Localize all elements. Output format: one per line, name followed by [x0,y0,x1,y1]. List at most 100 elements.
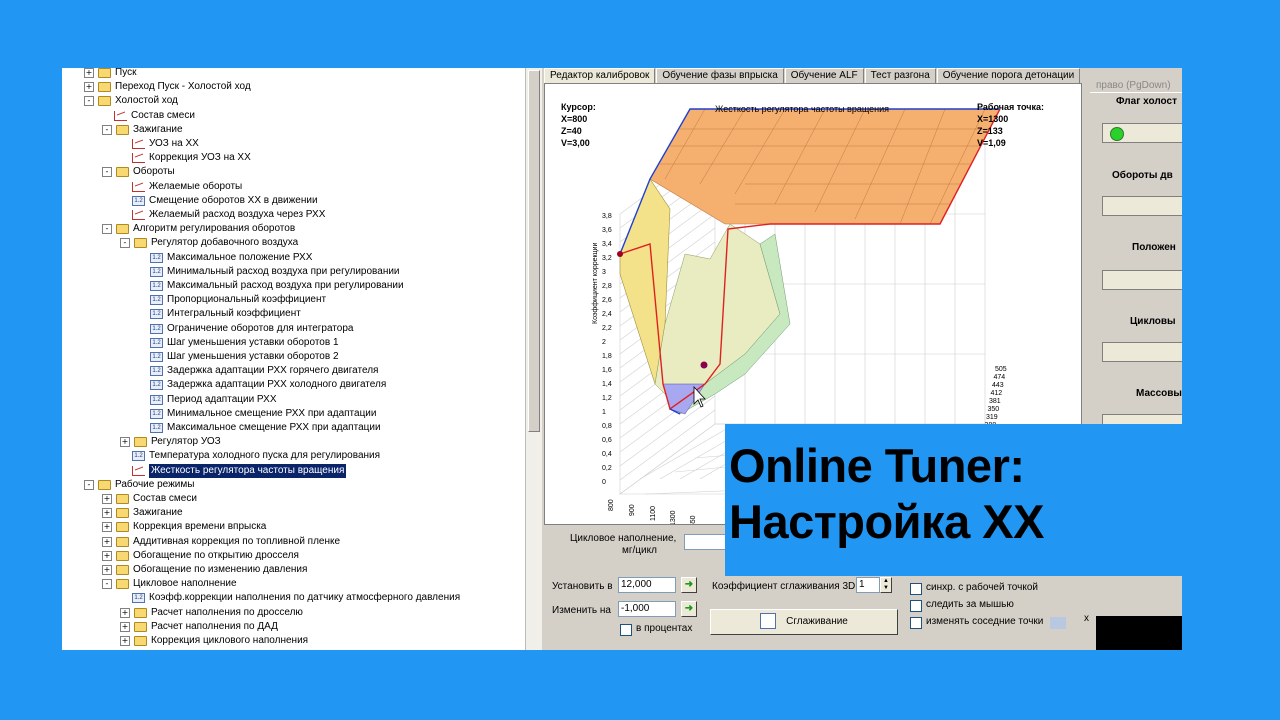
color-swatch[interactable] [1050,617,1066,629]
tree-item[interactable]: 1.2 Задержка адаптации РХХ горячего двига… [138,364,378,378]
fill-slider[interactable] [684,534,729,550]
pgdown-label: право (PgDown) [1096,80,1171,91]
tab-knock-threshold[interactable]: Обучение порога детонации [936,68,1081,84]
smooth-coef-spinner[interactable]: ▲ ▼ [880,577,892,593]
expand-toggle-icon[interactable]: + [102,494,112,504]
expand-toggle-icon[interactable]: - [120,238,130,249]
graph-icon [114,110,127,121]
tree-item[interactable]: 1.2 Максимальное положение РХХ [138,251,312,265]
expand-toggle-icon[interactable]: + [120,636,130,646]
set-label: Установить в [552,581,613,592]
tree-item[interactable]: Коррекция УОЗ на ХХ [120,151,251,165]
smooth-button[interactable]: Сглаживание [710,609,898,635]
tree-item[interactable]: 1.2 Максимальный расход воздуха при регул… [138,279,404,293]
tree-item[interactable]: + Переход Пуск - Холостой ход [84,80,251,94]
y-tick-label: 2,2 [602,325,612,332]
tree-item[interactable]: + Обогащение по открытию дросселя [102,549,299,563]
tree-item[interactable]: - Алгоритм регулирования оборотов [102,222,295,236]
tree-item[interactable]: 1.2 Минимальный расход воздуха при регули… [138,265,400,279]
tree-item[interactable]: УОЗ на ХХ [120,137,199,151]
tab-injection-phase[interactable]: Обучение фазы впрыска [656,68,784,84]
sync-checkbox[interactable] [910,583,922,595]
work-point-x: X=1300 [977,114,1008,124]
tree-item[interactable]: + Регулятор УОЗ [120,435,221,449]
tree-item[interactable]: - Зажигание [102,123,183,137]
z-tick-label: 412 [991,390,1003,397]
expand-toggle-icon[interactable]: + [102,508,112,519]
tree-item[interactable]: 1.2 Коэфф.коррекции наполнения по датчику… [120,591,460,605]
expand-toggle-icon[interactable]: - [84,96,94,107]
tree-item[interactable]: 1.2 Минимальное смещение РХХ при адаптаци… [138,407,376,421]
tree-item[interactable]: 1.2 Ограничение оборотов для интегратора [138,322,353,336]
tree-item[interactable]: - Цикловое наполнение [102,577,237,591]
tab-acceleration-test[interactable]: Тест разгона [864,68,936,84]
expand-toggle-icon[interactable]: + [102,550,112,561]
tree-scrollbar-thumb[interactable] [528,70,540,432]
tree-item[interactable]: + Расчет наполнения по ДАД [120,620,278,634]
percent-checkbox[interactable] [620,624,632,636]
tree-item[interactable]: + Расчет наполнения по дросселю [120,606,303,620]
expand-toggle-icon[interactable]: - [102,579,112,590]
expand-toggle-icon[interactable]: - [84,479,94,490]
tree-item[interactable]: Жесткость регулятора частоты вращения [120,463,347,478]
tab-alf[interactable]: Обучение ALF [784,68,864,84]
tree-item[interactable]: Желаемый расход воздуха через РХХ [120,208,325,222]
tree-item[interactable]: - Регулятор добавочного воздуха [120,236,298,250]
change-value-input[interactable]: -1,000 [618,601,676,617]
tree-item[interactable]: + Зажигание [102,506,183,520]
set-value-input[interactable]: 12,000 [618,577,676,593]
close-mark[interactable]: х [1084,613,1089,624]
tree-item-label: Расчет наполнения по дросселю [151,606,303,618]
tab-calibration-editor[interactable]: Редактор калибровок [544,68,656,84]
smooth-coef-input[interactable]: 1 [856,577,880,593]
tree-item[interactable]: Состав смеси [102,109,195,123]
expand-toggle-icon[interactable]: + [102,536,112,547]
expand-toggle-icon[interactable]: + [102,522,112,533]
expand-toggle-icon[interactable]: + [120,437,130,448]
graph-icon [132,465,145,476]
tree-item[interactable]: + Обогащение по изменению давления [102,563,307,577]
tree-item[interactable]: + Состав смеси [102,492,197,506]
expand-toggle-icon[interactable]: - [102,224,112,235]
tree-item[interactable]: - Рабочие режимы [84,478,194,492]
graph-icon [132,139,145,149]
tree-item-label: Аддитивная коррекция по топливной пленке [133,535,341,547]
tree-item[interactable]: + Аддитивная коррекция по топливной пленк… [102,535,340,549]
folder-icon [98,68,111,78]
expand-toggle-icon[interactable]: + [102,565,112,575]
tree-item[interactable]: + Коррекция циклового наполнения [120,634,308,648]
tree-item[interactable]: Желаемые обороты [120,180,242,194]
tree-item-label: УОЗ на ХХ [149,138,199,149]
tree-item[interactable]: 1.2 Максимальное смещение РХХ при адаптац… [138,421,381,435]
tree-item[interactable]: - Холостой ход [84,94,178,108]
follow-mouse-checkbox[interactable] [910,600,922,612]
folder-icon [134,437,147,448]
tree-item[interactable]: 1.2 Задержка адаптации РХХ холодного двиг… [138,378,386,392]
table-icon: 1.2 [150,423,163,433]
tree-item[interactable]: 1.2 Температура холодного пуска для регул… [120,449,380,463]
tree-item-label: Жесткость регулятора частоты вращения [149,463,347,478]
tree-item[interactable]: 1.2 Шаг уменьшения уставки оборотов 1 [138,336,339,350]
neighbors-checkbox[interactable] [910,617,922,629]
table-icon: 1.2 [150,323,163,334]
tree-item[interactable]: - Обороты [102,165,175,179]
apply-set-arrow-icon[interactable]: ➜ [681,577,697,593]
expand-toggle-icon[interactable]: - [102,167,112,178]
expand-toggle-icon[interactable]: + [84,82,94,93]
tree-item[interactable]: 1.2 Интегральный коэффициент [138,307,301,321]
tree-item[interactable]: + Пуск [84,68,136,80]
expand-toggle-icon[interactable]: + [84,68,94,78]
tree-item[interactable]: + Коррекция времени впрыска [102,520,266,534]
table-icon: 1.2 [150,252,163,263]
expand-toggle-icon[interactable]: + [120,607,130,618]
expand-toggle-icon[interactable]: + [120,621,130,632]
apply-change-arrow-icon[interactable]: ➜ [681,601,697,617]
y-tick-label: 2 [602,339,606,346]
expand-toggle-icon[interactable]: - [102,124,112,135]
tree-item[interactable]: 1.2 Период адаптации РХХ [138,393,277,407]
tree-item[interactable]: 1.2 Пропорциональный коэффициент [138,293,326,307]
tree-item[interactable]: 1.2 Смещение оборотов ХХ в движении [120,194,318,208]
tree-item[interactable]: 1.2 Шаг уменьшения уставки оборотов 2 [138,350,339,364]
